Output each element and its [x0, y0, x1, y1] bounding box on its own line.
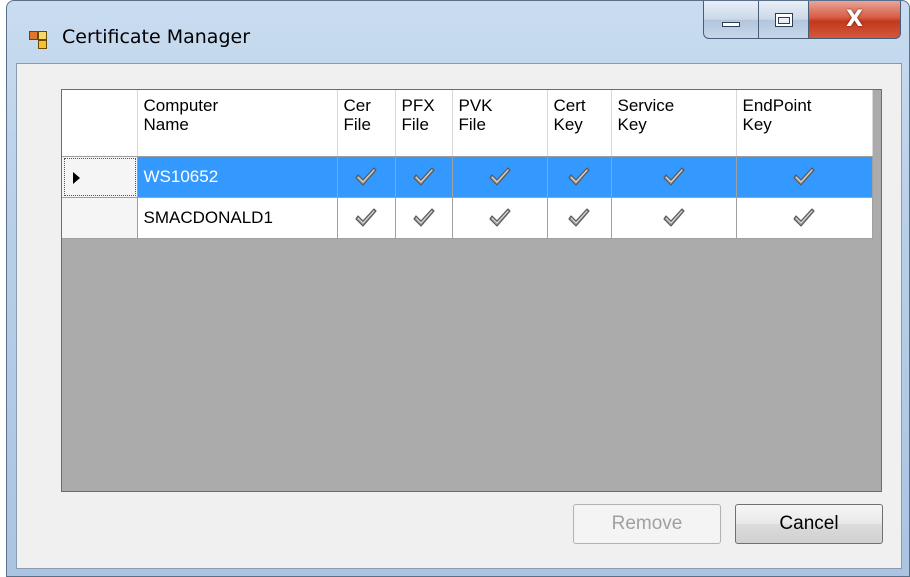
remove-button[interactable]: Remove	[573, 504, 721, 544]
close-button[interactable]: X	[809, 1, 901, 39]
row-header[interactable]	[62, 197, 138, 239]
cancel-button[interactable]: Cancel	[735, 504, 883, 544]
header-row: Computer Name Cer File PFX File PVK File Cer…	[62, 90, 873, 157]
minimize-button[interactable]	[703, 1, 759, 39]
service-key-checkbox-cell[interactable]	[611, 197, 737, 239]
column-header-service-key[interactable]: Service Key	[611, 90, 737, 157]
maximize-icon	[774, 12, 793, 27]
minimize-icon	[722, 22, 740, 27]
checkmark-icon	[411, 207, 437, 227]
close-icon: X	[846, 7, 863, 32]
computer-name-cell[interactable]: SMACDONALD1	[137, 197, 338, 239]
cert-key-checkbox-cell[interactable]	[547, 197, 612, 239]
checkmark-icon	[411, 166, 437, 186]
app-icon	[29, 31, 49, 51]
column-header-cert-key[interactable]: Cert Key	[547, 90, 612, 157]
endpoint-key-checkbox-cell[interactable]	[736, 197, 873, 239]
dialog-client-area: Computer Name Cer File PFX File PVK File Cer…	[16, 63, 902, 569]
window-title: Certificate Manager	[62, 26, 251, 48]
table-row[interactable]: WS10652	[62, 156, 873, 198]
endpoint-key-checkbox-cell[interactable]	[736, 156, 873, 198]
certificate-table: Computer Name Cer File PFX File PVK File Cer…	[62, 90, 873, 239]
checkmark-icon	[566, 207, 592, 227]
row-header-focus	[62, 198, 137, 238]
pfx-file-checkbox-cell[interactable]	[395, 197, 453, 239]
checkmark-icon	[487, 207, 513, 227]
checkmark-icon	[791, 166, 817, 186]
checkmark-icon	[487, 166, 513, 186]
grid-corner-header[interactable]	[62, 90, 138, 157]
column-header-cer-file[interactable]: Cer File	[337, 90, 396, 157]
checkmark-icon	[353, 166, 379, 186]
current-row-arrow-icon	[73, 171, 80, 184]
grid-body: WS10652 SMACDONALD1	[62, 156, 873, 239]
checkmark-icon	[791, 207, 817, 227]
checkmark-icon	[661, 207, 687, 227]
row-header[interactable]	[62, 156, 138, 198]
checkmark-icon	[661, 166, 687, 186]
table-row[interactable]: SMACDONALD1	[62, 197, 873, 239]
row-header-focus	[64, 157, 136, 196]
column-header-computer-name[interactable]: Computer Name	[137, 90, 338, 157]
checkmark-icon	[566, 166, 592, 186]
pvk-file-checkbox-cell[interactable]	[452, 156, 548, 198]
computer-name-cell[interactable]: WS10652	[137, 156, 338, 198]
service-key-checkbox-cell[interactable]	[611, 156, 737, 198]
column-header-pvk-file[interactable]: PVK File	[452, 90, 548, 157]
column-header-pfx-file[interactable]: PFX File	[395, 90, 453, 157]
cer-file-checkbox-cell[interactable]	[337, 197, 396, 239]
pfx-file-checkbox-cell[interactable]	[395, 156, 453, 198]
title-bar[interactable]: Certificate Manager X	[7, 1, 909, 63]
maximize-button[interactable]	[759, 1, 809, 39]
column-header-endpoint-key[interactable]: EndPoint Key	[736, 90, 873, 157]
certificate-grid[interactable]: Computer Name Cer File PFX File PVK File Cer…	[61, 89, 882, 492]
caption-buttons: X	[703, 1, 901, 39]
certificate-manager-window: Certificate Manager X Computer Name Cer F…	[6, 0, 910, 577]
cert-key-checkbox-cell[interactable]	[547, 156, 612, 198]
pvk-file-checkbox-cell[interactable]	[452, 197, 548, 239]
checkmark-icon	[353, 207, 379, 227]
cer-file-checkbox-cell[interactable]	[337, 156, 396, 198]
